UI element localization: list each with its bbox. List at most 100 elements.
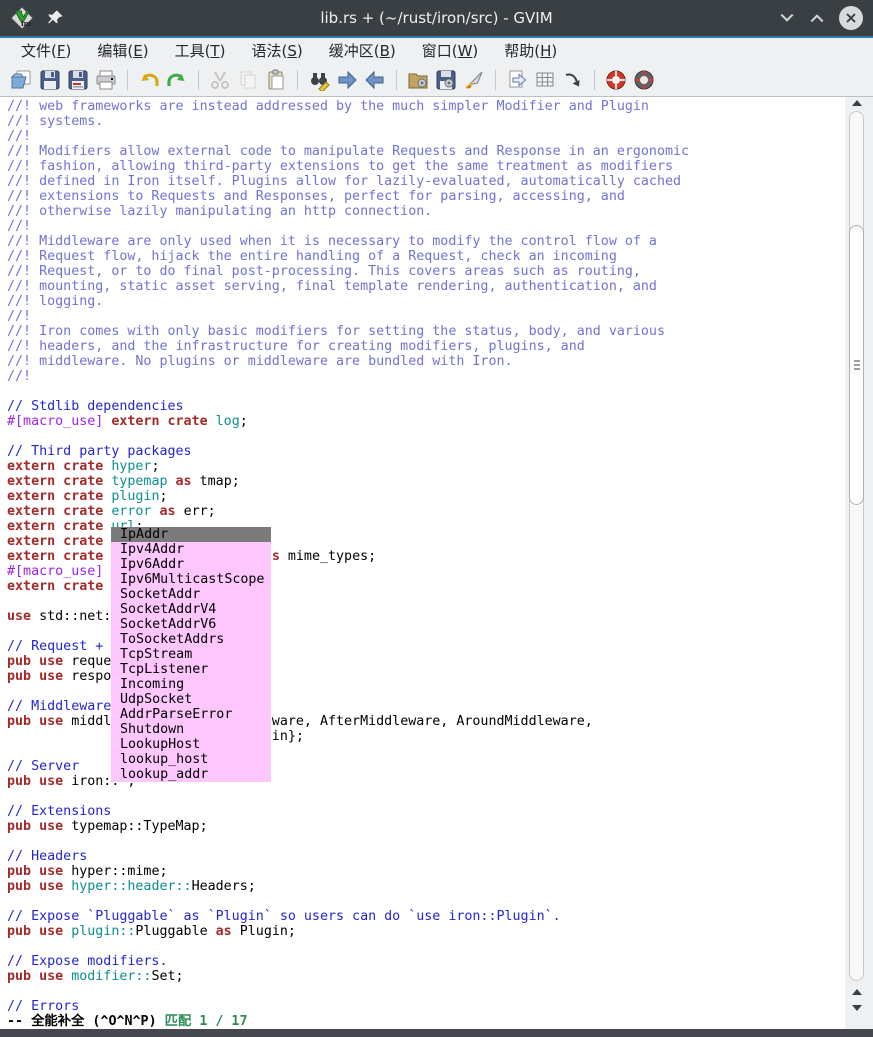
code-line: //! [7,219,845,234]
code-line [7,834,845,849]
match-counter: 匹配 1 / 17 [165,1014,248,1029]
toolbar-separator [495,70,496,90]
code-line [7,984,845,999]
completion-item[interactable]: SocketAddr [111,587,271,602]
toolbar-find-next-icon[interactable] [334,67,360,93]
toolbar-separator [297,70,298,90]
code-line: //! extensions to Requests and Responses… [7,189,845,204]
completion-item[interactable]: Ipv6MulticastScope [111,572,271,587]
code-line: //! [7,369,845,384]
code-line: pub use modifier::Set; [7,969,845,984]
completion-item[interactable]: IpAddr [111,527,271,542]
toolbar-find-help-icon[interactable] [631,67,657,93]
toolbar-paste-icon[interactable] [263,67,289,93]
window-bottom-edge [0,1029,873,1037]
toolbar-print-icon[interactable] [93,67,119,93]
code-line: //! defined in Iron itself. Plugins allo… [7,174,845,189]
code-line: pub use typemap::TypeMap; [7,819,845,834]
code-line: extern crate error as err; [7,504,845,519]
toolbar-undo-icon[interactable] [136,67,162,93]
toolbar-separator [594,70,595,90]
completion-item[interactable]: TcpStream [111,647,271,662]
toolbar-run-script-icon[interactable] [461,67,487,93]
gvim-window: im lib.rs + (~/rust/iron/src) - GVIM 文件(… [0,0,873,1037]
menu-item-6[interactable]: 帮助(H) [491,38,570,64]
completion-item[interactable]: Ipv4Addr [111,542,271,557]
completion-item[interactable]: SocketAddrV4 [111,602,271,617]
vim-status-line: -- 全能补全 (^O^N^P) 匹配 1 / 17 [7,1014,845,1029]
completion-item[interactable]: Ipv6Addr [111,557,271,572]
completion-item[interactable]: SocketAddrV6 [111,617,271,632]
code-line: extern crate plugin; [7,489,845,504]
code-line: //! Request, or to do final post-process… [7,264,845,279]
scrollbar-thumb[interactable] [849,225,864,505]
toolbar-load-session-icon[interactable] [405,67,431,93]
completion-item[interactable]: UdpSocket [111,692,271,707]
code-line [7,939,845,954]
code-line: //! middleware. No plugins or middleware… [7,354,845,369]
toolbar-find-replace-icon[interactable] [306,67,332,93]
toolbar-separator [198,70,199,90]
completion-item[interactable]: LookupHost [111,737,271,752]
toolbar-run-ctags-icon[interactable] [532,67,558,93]
code-line: pub use hyper::header::Headers; [7,879,845,894]
menu-item-3[interactable]: 语法(S) [238,38,315,64]
menu-item-2[interactable]: 工具(T) [162,38,239,64]
code-line [7,429,845,444]
completion-item[interactable]: Incoming [111,677,271,692]
menu-item-5[interactable]: 窗口(W) [409,38,492,64]
code-line: //! web frameworks are instead addressed… [7,99,845,114]
completion-item[interactable]: ToSocketAddrs [111,632,271,647]
completion-item[interactable]: AddrParseError [111,707,271,722]
scroll-down-arrow-icon[interactable] [852,1005,862,1011]
scrollbar [845,97,873,1029]
toolbar-open-file-icon[interactable] [9,67,35,93]
toolbar-find-prev-icon[interactable] [362,67,388,93]
code-line: // Expose `Pluggable` as `Plugin` so use… [7,909,845,924]
scroll-up-arrow-bottom-icon[interactable] [852,989,862,995]
toolbar-make-icon[interactable] [504,67,530,93]
code-line: //! logging. [7,294,845,309]
completion-item[interactable]: Shutdown [111,722,271,737]
completion-item[interactable]: TcpListener [111,662,271,677]
code-line: //! Iron comes with only basic modifiers… [7,324,845,339]
completion-item[interactable]: lookup_host [111,752,271,767]
code-line: //! mounting, static asset serving, fina… [7,279,845,294]
toolbar-save-all-icon[interactable] [65,67,91,93]
menubar: 文件(F)编辑(E)工具(T)语法(S)缓冲区(B)窗口(W)帮助(H) [0,38,873,64]
code-line: //! Middleware are only used when it is … [7,234,845,249]
mode-message: -- 全能补全 (^O^N^P) [7,1014,165,1029]
code-line: //! [7,309,845,324]
toolbar-redo-icon[interactable] [164,67,190,93]
close-button[interactable] [839,6,863,30]
code-line: // Errors [7,999,845,1014]
code-line: // Expose modifiers. [7,954,845,969]
code-line: pub use plugin::Pluggable as Plugin; [7,924,845,939]
toolbar [0,64,873,97]
minimize-button[interactable] [779,9,795,28]
code-line: //! systems. [7,114,845,129]
menu-item-1[interactable]: 编辑(E) [84,38,161,64]
menu-item-0[interactable]: 文件(F) [8,38,84,64]
code-line: extern crate typemap as tmap; [7,474,845,489]
toolbar-save-icon[interactable] [37,67,63,93]
code-line: extern crate hyper; [7,459,845,474]
toolbar-save-session-icon[interactable] [433,67,459,93]
toolbar-help-icon[interactable] [603,67,629,93]
code-line: //! Modifiers allow external code to man… [7,144,845,159]
code-line [7,894,845,909]
code-line: //! headers, and the infrastructure for … [7,339,845,354]
toolbar-tag-jump-icon[interactable] [560,67,586,93]
maximize-button[interactable] [809,9,825,28]
toolbar-separator [127,70,128,90]
code-line: pub use hyper::mime; [7,864,845,879]
toolbar-cut-icon [207,67,233,93]
code-line: //! [7,129,845,144]
menu-item-4[interactable]: 缓冲区(B) [316,38,409,64]
scroll-up-arrow-icon[interactable] [852,100,862,106]
code-line [7,384,845,399]
toolbar-separator [396,70,397,90]
completion-item[interactable]: lookup_addr [111,767,271,782]
scrollbar-grip-icon [854,364,860,366]
code-line: // Third party packages [7,444,845,459]
